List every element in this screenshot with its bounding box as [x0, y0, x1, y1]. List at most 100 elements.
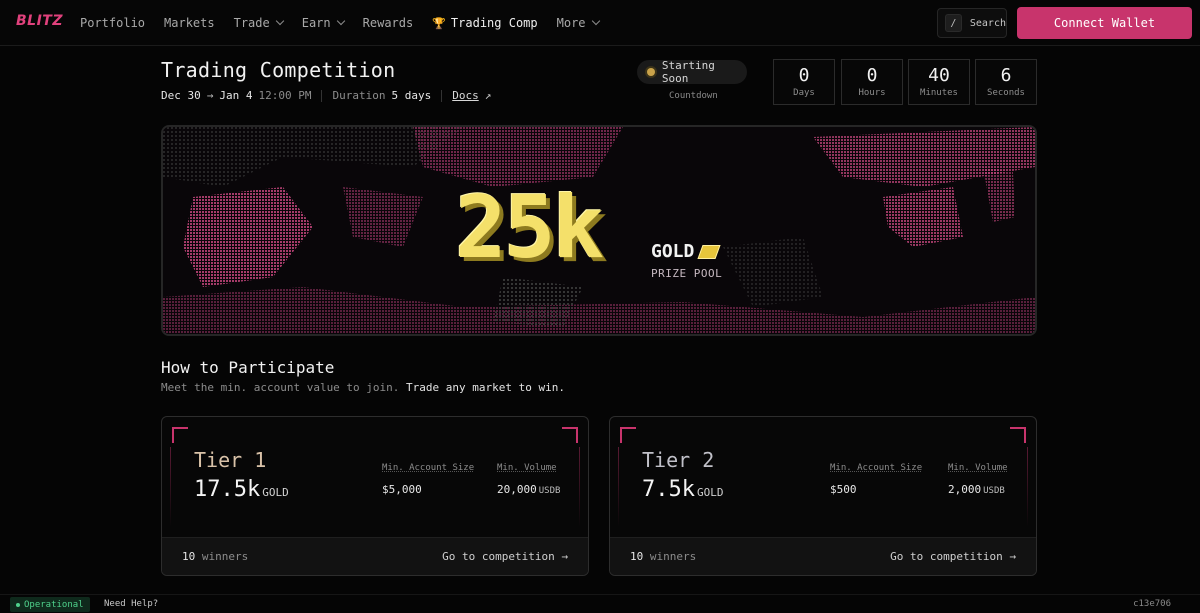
- countdown-value: 40: [928, 65, 950, 86]
- nav-rewards[interactable]: Rewards: [363, 16, 414, 30]
- min-volume-label: Min. Volume: [497, 463, 557, 473]
- winners-number: 10: [182, 550, 196, 563]
- prize-banner: 25k GOLD PRIZE POOL: [161, 125, 1037, 336]
- subtitle-bright: Trade any market to win.: [406, 381, 565, 394]
- nav-more-label: More: [556, 16, 586, 30]
- winners-label: winners: [201, 550, 249, 563]
- shortcut-key: /: [945, 14, 962, 32]
- go-to-competition-link[interactable]: Go to competition →: [442, 550, 568, 563]
- competition-meta: Dec 30 → Jan 4 12:00 PM Duration 5 days …: [161, 89, 491, 102]
- countdown-hours: 0 Hours: [841, 59, 903, 105]
- edge-decoration: [579, 447, 580, 527]
- countdown-value: 0: [798, 65, 810, 86]
- go-to-competition-link[interactable]: Go to competition →: [890, 550, 1016, 563]
- min-account-label: Min. Account Size: [830, 463, 923, 473]
- operational-badge[interactable]: Operational: [10, 597, 90, 612]
- connect-wallet-button[interactable]: Connect Wallet: [1017, 7, 1192, 39]
- tier-prize-amount: 7.5k: [642, 477, 695, 502]
- page-title: Trading Competition: [161, 58, 396, 82]
- gold-bar-icon: [697, 244, 721, 259]
- nav-trade-label: Trade: [233, 16, 270, 30]
- divider: [441, 89, 443, 102]
- edge-decoration: [170, 447, 171, 527]
- docs-link[interactable]: Docs: [452, 89, 479, 102]
- external-link-icon[interactable]: ↗: [485, 89, 492, 102]
- need-help-link[interactable]: Need Help?: [104, 599, 158, 609]
- corner-decoration: [562, 427, 578, 443]
- tier-card-1: Tier 1 17.5k GOLD Min. Account Size $5,00…: [161, 416, 589, 576]
- brand-logo[interactable]: BLITZ: [16, 13, 63, 29]
- tier-card-2: Tier 2 7.5k GOLD Min. Account Size $500 M…: [609, 416, 1037, 576]
- countdown-value: 6: [1000, 65, 1012, 86]
- subtitle-muted: Meet the min. account value to join.: [161, 381, 400, 394]
- min-volume-amount: 20,000: [497, 483, 537, 496]
- search-label: Search: [969, 17, 1006, 29]
- nav-portfolio[interactable]: Portfolio: [80, 16, 145, 30]
- version-label: c13e706: [1133, 599, 1171, 609]
- divider: [321, 89, 323, 102]
- nav-trading-comp-label: Trading Comp: [450, 16, 538, 30]
- tier-prize-token: GOLD: [262, 486, 289, 499]
- nav-markets[interactable]: Markets: [164, 16, 215, 30]
- corner-decoration: [620, 427, 636, 443]
- min-account-value: $5,000: [382, 483, 422, 496]
- min-volume-unit: USDB: [983, 486, 1005, 496]
- chevron-down-icon: [336, 16, 345, 26]
- winners-label: winners: [649, 550, 697, 563]
- nav-earn-label: Earn: [301, 16, 331, 30]
- countdown-value: 0: [866, 65, 878, 86]
- nav-more[interactable]: More: [556, 16, 600, 30]
- tier-prize-token: GOLD: [696, 486, 724, 499]
- tier-prize: 17.5k GOLD: [194, 477, 289, 502]
- nav-trade[interactable]: Trade: [233, 16, 284, 30]
- winners-count: 10 winners: [630, 550, 696, 563]
- nav-markets-label: Markets: [164, 16, 215, 30]
- start-date: Dec 30: [161, 89, 201, 102]
- countdown-unit: Minutes: [920, 88, 958, 98]
- chevron-down-icon: [275, 16, 284, 26]
- status-badge: Starting Soon: [637, 59, 747, 85]
- chevron-down-icon: [591, 16, 600, 26]
- tier-prize-amount: 17.5k: [194, 477, 261, 502]
- tier-prize: 7.5k GOLD: [642, 477, 723, 502]
- corner-decoration: [172, 427, 188, 443]
- countdown-unit: Hours: [858, 88, 886, 98]
- operational-text: Operational: [24, 599, 84, 610]
- min-volume-unit: USDB: [538, 486, 561, 496]
- nav-earn[interactable]: Earn: [301, 16, 345, 30]
- prize-token: GOLD: [651, 241, 721, 262]
- section-title: How to Participate: [161, 358, 335, 377]
- search-button[interactable]: / Search: [937, 8, 1007, 38]
- status-dot-icon: [647, 68, 655, 76]
- min-volume-value: 2,000 USDB: [948, 483, 1005, 496]
- winners-count: 10 winners: [182, 550, 248, 563]
- section-subtitle: Meet the min. account value to join. Tra…: [161, 381, 565, 394]
- nav-portfolio-label: Portfolio: [80, 16, 146, 30]
- min-volume-amount: 2,000: [948, 483, 982, 496]
- main-nav: Portfolio Markets Trade Earn Rewards 🏆 Tr…: [80, 0, 600, 46]
- end-time: 12:00 PM: [258, 89, 312, 102]
- countdown-seconds: 6 Seconds: [975, 59, 1037, 105]
- min-account-value: $500: [830, 483, 857, 496]
- status-bar: Operational Need Help? c13e706: [0, 594, 1200, 613]
- arrow-right-icon: →: [206, 89, 214, 102]
- tier-footer: 10 winners Go to competition →: [610, 537, 1036, 575]
- trophy-icon: 🏆: [432, 16, 446, 30]
- nav-trading-comp[interactable]: 🏆 Trading Comp: [432, 16, 537, 30]
- edge-decoration: [1027, 447, 1028, 527]
- status-dot-icon: [16, 602, 20, 607]
- countdown-days: 0 Days: [773, 59, 835, 105]
- prize-amount: 25k: [455, 178, 604, 278]
- corner-decoration: [1010, 427, 1026, 443]
- nav-rewards-label: Rewards: [362, 16, 414, 30]
- min-volume-value: 20,000 USDB: [497, 483, 560, 496]
- tier-footer: 10 winners Go to competition →: [162, 537, 588, 575]
- countdown-label: Countdown: [669, 91, 718, 101]
- prize-token-label: GOLD: [651, 241, 695, 262]
- tier-name: Tier 1: [194, 448, 267, 472]
- min-volume-label: Min. Volume: [948, 463, 1008, 473]
- countdown-minutes: 40 Minutes: [908, 59, 970, 105]
- countdown-unit: Days: [793, 88, 815, 98]
- countdown-unit: Seconds: [987, 88, 1025, 98]
- edge-decoration: [618, 447, 619, 527]
